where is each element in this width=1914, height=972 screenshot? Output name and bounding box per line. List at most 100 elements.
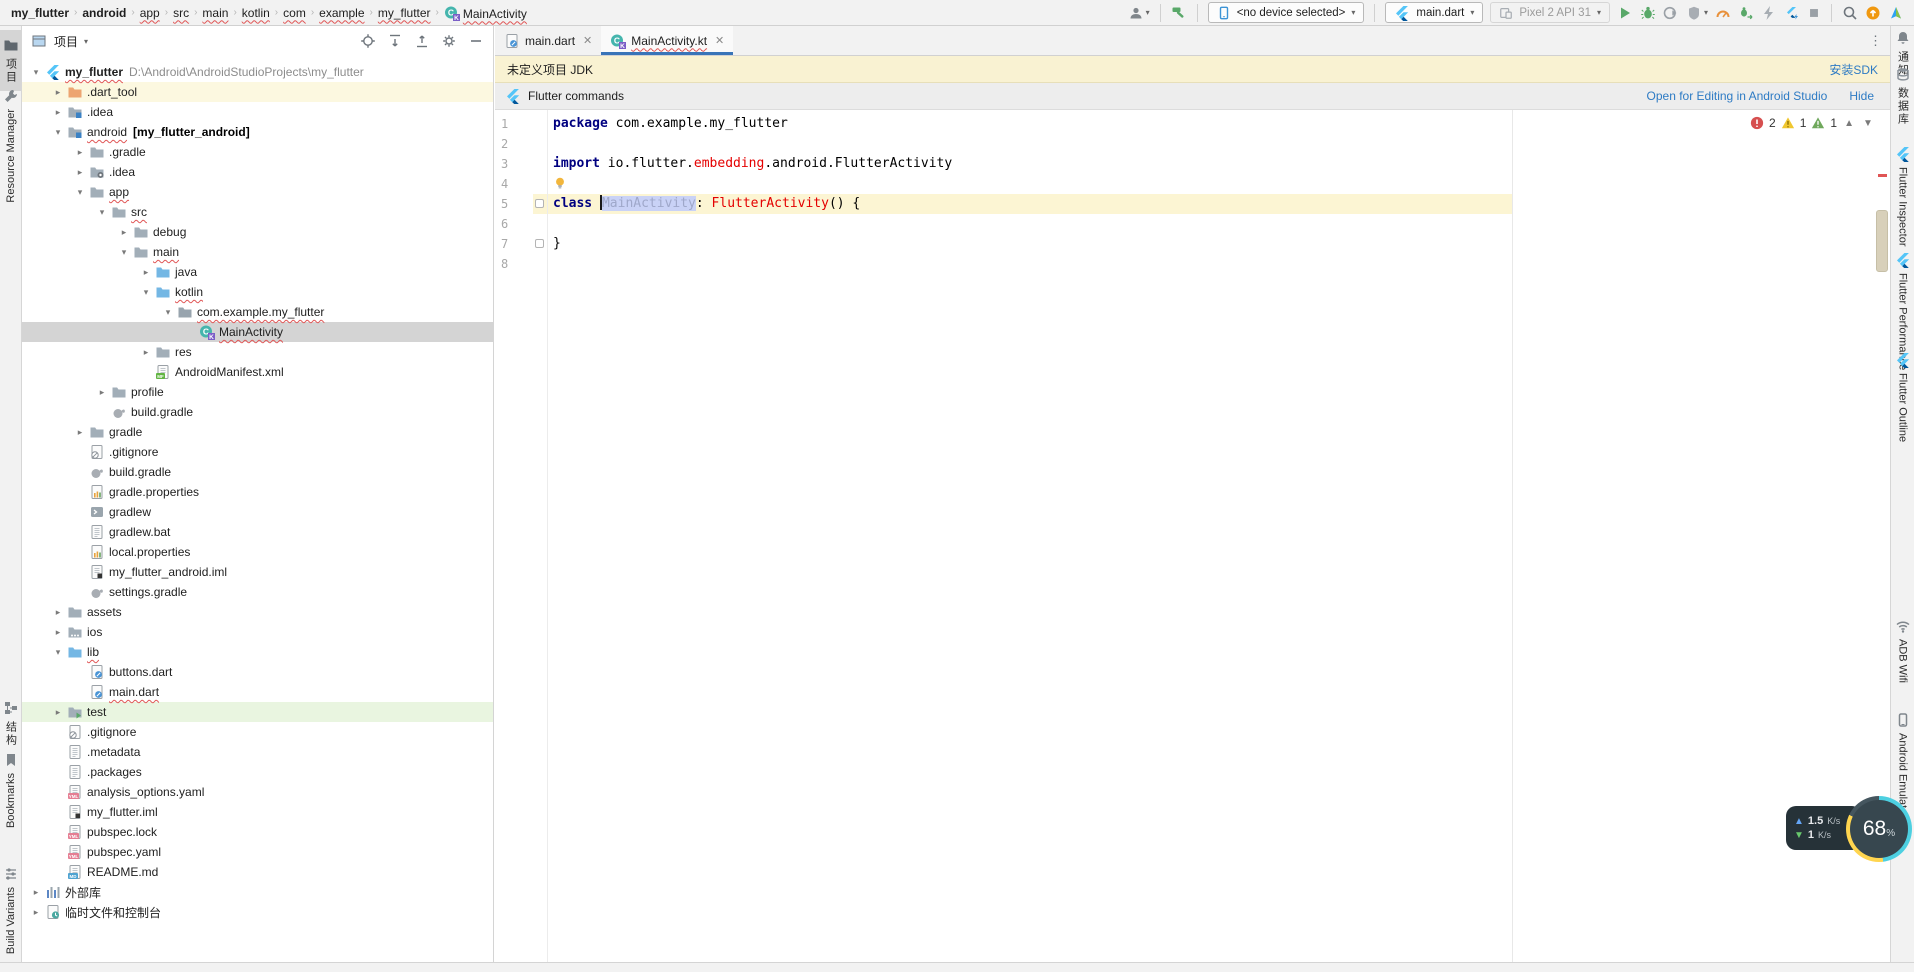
- tree-row-build.gradle[interactable]: build.gradle: [22, 402, 493, 422]
- breadcrumb-item-example[interactable]: example: [316, 6, 367, 20]
- close-icon[interactable]: ✕: [583, 34, 592, 47]
- user-button[interactable]: ▾: [1128, 5, 1150, 21]
- breadcrumb-item-kotlin[interactable]: kotlin: [239, 6, 273, 20]
- toolwindow-tab-Build Variants[interactable]: Build Variants: [0, 866, 21, 954]
- chevron-expanded-icon[interactable]: ▾: [72, 187, 88, 198]
- chevron-expanded-icon[interactable]: ▾: [160, 307, 176, 318]
- tree-row-debug[interactable]: ▸ debug: [22, 222, 493, 242]
- expand-all-icon[interactable]: [386, 32, 404, 50]
- tree-row-assets[interactable]: ▸ assets: [22, 602, 493, 622]
- toolwindow-tab-结构[interactable]: 结构: [0, 700, 21, 747]
- chevron-collapsed-icon[interactable]: ▸: [72, 427, 88, 438]
- tree-row-settings.gradle[interactable]: settings.gradle: [22, 582, 493, 602]
- tree-row-profile[interactable]: ▸ profile: [22, 382, 493, 402]
- tree-row-res[interactable]: ▸ res: [22, 342, 493, 362]
- tree-row-my_flutter_android.iml[interactable]: my_flutter_android.iml: [22, 562, 493, 582]
- open-in-android-studio-link[interactable]: Open for Editing in Android Studio: [1647, 89, 1828, 103]
- tree-row-.gitignore[interactable]: .gitignore: [22, 442, 493, 462]
- next-problem-icon[interactable]: ▼: [1861, 118, 1875, 129]
- toolbox-button[interactable]: [1888, 5, 1904, 21]
- chevron-collapsed-icon[interactable]: ▸: [28, 907, 44, 918]
- chevron-collapsed-icon[interactable]: ▸: [28, 887, 44, 898]
- tree-row-.idea[interactable]: ▸ .idea: [22, 102, 493, 122]
- toolwindow-tab-Bookmarks[interactable]: Bookmarks: [0, 752, 21, 828]
- tree-row-gradle.properties[interactable]: gradle.properties: [22, 482, 493, 502]
- hide-link[interactable]: Hide: [1849, 89, 1874, 103]
- fold-marker-icon[interactable]: [535, 199, 544, 208]
- flutter-attach-button[interactable]: [1784, 5, 1800, 21]
- tree-row-android[interactable]: ▾ android [my_flutter_android]: [22, 122, 493, 142]
- device-selector-dropdown[interactable]: <no device selected> ▾: [1207, 2, 1365, 23]
- breadcrumb-item-main[interactable]: main: [199, 6, 231, 20]
- toolwindow-tab-Flutter Outline[interactable]: Flutter Outline: [1891, 352, 1914, 442]
- tree-row-.idea[interactable]: ▸ .idea: [22, 162, 493, 182]
- tree-row-test[interactable]: ▸ test: [22, 702, 493, 722]
- tree-row-analysis_options.yaml[interactable]: YML analysis_options.yaml: [22, 782, 493, 802]
- tree-row-buttons.dart[interactable]: buttons.dart: [22, 662, 493, 682]
- tree-row-gradlew.bat[interactable]: gradlew.bat: [22, 522, 493, 542]
- chevron-expanded-icon[interactable]: ▾: [116, 247, 132, 258]
- editor-scrollbar-thumb[interactable]: [1876, 210, 1888, 272]
- toolwindow-tab-ADB Wifi[interactable]: ADB Wifi: [1891, 618, 1914, 683]
- chevron-down-icon[interactable]: ▾: [84, 37, 88, 46]
- updates-button[interactable]: [1865, 5, 1881, 21]
- profiler-button[interactable]: [1715, 5, 1731, 21]
- breadcrumb-item-com[interactable]: com: [280, 6, 309, 20]
- chevron-collapsed-icon[interactable]: ▸: [116, 227, 132, 238]
- tree-row-外部库[interactable]: ▸ 外部库: [22, 882, 493, 902]
- tree-row-.gradle[interactable]: ▸ .gradle: [22, 142, 493, 162]
- run-button[interactable]: [1617, 5, 1633, 21]
- chevron-expanded-icon[interactable]: ▾: [50, 647, 66, 658]
- tree-row-README.md[interactable]: MD README.md: [22, 862, 493, 882]
- chevron-collapsed-icon[interactable]: ▸: [72, 147, 88, 158]
- tree-row-main[interactable]: ▾ main: [22, 242, 493, 262]
- tree-row-pubspec.yaml[interactable]: YML pubspec.yaml: [22, 842, 493, 862]
- tree-row-.dart_tool[interactable]: ▸ .dart_tool: [22, 82, 493, 102]
- toolwindow-tab-Resource Manager[interactable]: Resource Manager: [0, 88, 21, 203]
- tree-row-lib[interactable]: ▾ lib: [22, 642, 493, 662]
- chevron-expanded-icon[interactable]: ▾: [50, 127, 66, 138]
- locate-file-icon[interactable]: [359, 32, 377, 50]
- tree-row-local.properties[interactable]: local.properties: [22, 542, 493, 562]
- tree-row-my_flutter.iml[interactable]: my_flutter.iml: [22, 802, 493, 822]
- tree-row-com.example.my_flutter[interactable]: ▾ com.example.my_flutter: [22, 302, 493, 322]
- breadcrumb-item-src[interactable]: src: [170, 6, 192, 20]
- fold-marker-icon[interactable]: [535, 239, 544, 248]
- run-config-dropdown[interactable]: main.dart ▾: [1385, 2, 1484, 23]
- chevron-expanded-icon[interactable]: ▾: [28, 67, 44, 78]
- chevron-collapsed-icon[interactable]: ▸: [50, 627, 66, 638]
- chevron-collapsed-icon[interactable]: ▸: [50, 607, 66, 618]
- toolwindow-tab-数据库[interactable]: 数据库: [1891, 66, 1914, 126]
- chevron-expanded-icon[interactable]: ▾: [138, 287, 154, 298]
- tree-row-.packages[interactable]: .packages: [22, 762, 493, 782]
- chevron-collapsed-icon[interactable]: ▸: [138, 347, 154, 358]
- project-panel-title[interactable]: 项目: [54, 33, 78, 50]
- attach-debugger-button[interactable]: [1738, 5, 1754, 21]
- tree-row-.metadata[interactable]: .metadata: [22, 742, 493, 762]
- tree-row-my_flutter[interactable]: ▾ my_flutter D:\Android\AndroidStudioProje…: [22, 62, 493, 82]
- tree-row-gradle[interactable]: ▸ gradle: [22, 422, 493, 442]
- tree-row-ios[interactable]: ▸ ios: [22, 622, 493, 642]
- search-everywhere-button[interactable]: [1842, 5, 1858, 21]
- tree-row-java[interactable]: ▸ java: [22, 262, 493, 282]
- chevron-collapsed-icon[interactable]: ▸: [50, 87, 66, 98]
- tree-row-build.gradle[interactable]: build.gradle: [22, 462, 493, 482]
- breadcrumb-item-app[interactable]: app: [137, 6, 163, 20]
- breadcrumb-item-my_flutter[interactable]: my_flutter: [375, 6, 434, 20]
- chevron-collapsed-icon[interactable]: ▸: [72, 167, 88, 178]
- toolwindow-tab-项目[interactable]: 项目: [0, 30, 21, 91]
- prev-problem-icon[interactable]: ▲: [1842, 118, 1856, 129]
- error-stripe-mark[interactable]: [1878, 174, 1887, 177]
- editor-tab-MainActivity.kt[interactable]: C K MainActivity.kt ✕: [601, 26, 734, 55]
- gear-icon[interactable]: [440, 32, 458, 50]
- chevron-collapsed-icon[interactable]: ▸: [94, 387, 110, 398]
- tree-row-gradlew[interactable]: gradlew: [22, 502, 493, 522]
- tree-row-src[interactable]: ▾ src: [22, 202, 493, 222]
- tree-row-MainActivity[interactable]: C K MainActivity: [22, 322, 493, 342]
- editor-tab-main.dart[interactable]: main.dart ✕: [495, 26, 601, 55]
- code-editor[interactable]: 1 package com.example.my_flutter 2 3 import …: [495, 110, 1890, 962]
- breadcrumb-item-android[interactable]: android: [79, 6, 129, 20]
- chevron-expanded-icon[interactable]: ▾: [94, 207, 110, 218]
- install-sdk-link[interactable]: 安装SDK: [1829, 61, 1878, 78]
- collapse-all-icon[interactable]: [413, 32, 431, 50]
